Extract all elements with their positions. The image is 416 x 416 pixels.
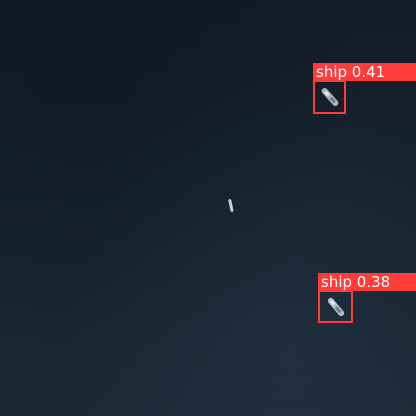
satellite-image: ship 0.41 ship 0.38 — [0, 0, 416, 416]
detected-ship — [321, 88, 339, 106]
undetected-ship — [228, 199, 234, 212]
detection-label: ship 0.41 — [313, 63, 416, 81]
detection-label: ship 0.38 — [318, 273, 416, 291]
detected-ship — [327, 297, 345, 317]
